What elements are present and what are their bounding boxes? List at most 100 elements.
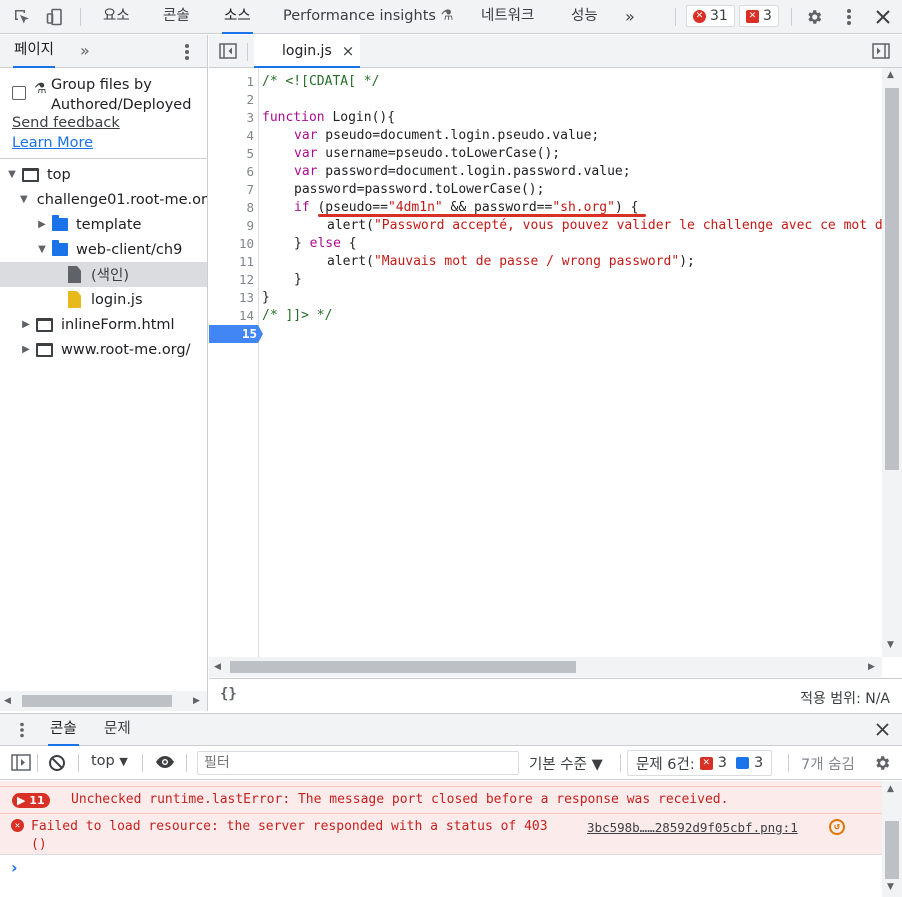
scroll-down-arrow-icon[interactable]: ▼ bbox=[887, 640, 894, 650]
toolbar-divider bbox=[791, 8, 792, 26]
line-number[interactable]: 4 bbox=[246, 127, 254, 145]
errors-counter[interactable]: ✕ 31 bbox=[686, 5, 735, 27]
context-label: top bbox=[91, 753, 115, 769]
source-link[interactable]: 3bc598b……28592d9f05cbf.png:1 bbox=[587, 820, 798, 835]
string-literal: "4dm1n" bbox=[387, 200, 443, 215]
live-expression-eye-icon[interactable] bbox=[155, 755, 175, 773]
scrollbar-thumb[interactable] bbox=[230, 661, 576, 673]
drawer-tab-console[interactable]: 콘솔 bbox=[48, 714, 79, 746]
group-files-label: Group files by Authored/Deployed bbox=[51, 77, 192, 113]
tab-network[interactable]: 네트워크 bbox=[481, 0, 534, 34]
send-feedback-link[interactable]: Send feedback bbox=[12, 115, 120, 131]
scroll-right-arrow-icon[interactable]: ▶ bbox=[193, 696, 200, 706]
inspect-element-icon[interactable] bbox=[11, 6, 33, 28]
issue-error-icon: ✕ bbox=[699, 756, 713, 770]
drawer-tab-issues[interactable]: 문제 bbox=[104, 714, 131, 746]
toggle-console-sidebar-icon[interactable] bbox=[11, 754, 31, 775]
toolbar-divider bbox=[80, 8, 81, 26]
expand-triangle-icon: ▼ bbox=[8, 169, 16, 180]
errors-count: 31 bbox=[710, 8, 728, 24]
clear-console-icon[interactable] bbox=[48, 754, 66, 776]
tree-item-label: inlineForm.html bbox=[61, 316, 175, 333]
scroll-left-arrow-icon[interactable]: ◀ bbox=[4, 696, 11, 706]
editor-vertical-scrollbar[interactable]: ▲ ▼ bbox=[882, 68, 902, 657]
context-selector[interactable]: top ▼ bbox=[91, 753, 128, 769]
tree-item-login-js[interactable]: login.js bbox=[0, 287, 207, 312]
line-number-active: 15 bbox=[241, 326, 257, 341]
tab-performance[interactable]: 성능 bbox=[571, 0, 598, 34]
line-number[interactable]: 11 bbox=[239, 253, 254, 271]
more-navigator-tabs-chevron-icon[interactable]: » bbox=[80, 35, 90, 68]
scroll-up-arrow-icon[interactable]: ▲ bbox=[887, 784, 894, 794]
drawer-menu-kebab-icon[interactable] bbox=[19, 722, 25, 742]
pretty-print-braces-icon[interactable]: {} bbox=[220, 686, 237, 702]
line-number-gutter[interactable]: 1 2 3 4 5 6 7 8 9 10 11 12 13 14 15 bbox=[209, 68, 263, 657]
scrollbar-thumb[interactable] bbox=[22, 695, 172, 707]
tab-page[interactable]: 페이지 bbox=[13, 35, 56, 68]
learn-more-link[interactable]: Learn More bbox=[12, 135, 93, 151]
close-drawer-icon[interactable] bbox=[876, 723, 889, 740]
tree-item-ch9[interactable]: ▼ web-client/ch9 bbox=[0, 237, 207, 262]
tree-item-inlineform[interactable]: ▶ inlineForm.html bbox=[0, 312, 207, 337]
close-tab-icon[interactable]: × bbox=[342, 42, 355, 60]
scrollbar-thumb[interactable] bbox=[885, 88, 899, 470]
settings-gear-icon[interactable] bbox=[803, 6, 825, 28]
issues-count-button[interactable]: 문제 6건: ✕ 3 3 bbox=[627, 750, 773, 776]
tree-item-label: login.js bbox=[91, 291, 143, 308]
tab-console[interactable]: 콘솔 bbox=[163, 0, 190, 34]
console-vertical-scrollbar[interactable]: ▲ ▼ bbox=[882, 781, 902, 897]
scroll-right-arrow-icon[interactable]: ▶ bbox=[868, 662, 875, 672]
console-filter-input[interactable] bbox=[197, 751, 519, 775]
issues-counter[interactable]: ✕ 3 bbox=[739, 5, 779, 27]
group-files-checkbox[interactable] bbox=[12, 86, 26, 100]
scroll-left-arrow-icon[interactable]: ◀ bbox=[214, 662, 221, 672]
line-number[interactable]: 3 bbox=[246, 109, 254, 127]
issue-error-icon: ✕ bbox=[746, 9, 759, 23]
toggle-navigator-icon[interactable] bbox=[219, 43, 237, 63]
editor-horizontal-scrollbar[interactable]: ◀ ▶ bbox=[209, 657, 882, 677]
message-text: Unchecked runtime.lastError: The message… bbox=[71, 792, 729, 807]
line-number[interactable]: 7 bbox=[246, 181, 254, 199]
log-levels-dropdown[interactable]: 기본 수준 ▼ bbox=[529, 753, 603, 774]
tree-item-domain[interactable]: ▼ challenge01.root-me.or bbox=[0, 187, 207, 212]
navigator-menu-kebab-icon[interactable] bbox=[184, 43, 190, 65]
line-number[interactable]: 9 bbox=[246, 217, 254, 235]
tab-sources[interactable]: 소스 bbox=[222, 0, 253, 34]
line-number[interactable]: 1 bbox=[246, 73, 254, 91]
scroll-down-arrow-icon[interactable]: ▼ bbox=[887, 882, 894, 892]
code-text: ) { bbox=[614, 200, 639, 215]
error-icon: ✕ bbox=[693, 9, 706, 23]
tree-item-rootme[interactable]: ▶ www.root-me.org/ bbox=[0, 337, 207, 362]
console-error-message[interactable]: ✕ Failed to load resource: the server re… bbox=[0, 813, 882, 854]
line-number[interactable]: 6 bbox=[246, 163, 254, 181]
close-devtools-icon[interactable] bbox=[872, 6, 894, 28]
editor-tab-login-js[interactable]: login.js × bbox=[254, 35, 361, 68]
line-number[interactable]: 8 bbox=[246, 199, 254, 217]
console-prompt[interactable]: › bbox=[0, 854, 882, 897]
code-text: && password== bbox=[442, 200, 553, 215]
line-number[interactable]: 5 bbox=[246, 145, 254, 163]
tree-item-top[interactable]: ▼ top bbox=[0, 162, 207, 187]
tab-performance-insights[interactable]: Performance insights ⚗ bbox=[283, 0, 454, 34]
console-settings-gear-icon[interactable] bbox=[873, 754, 891, 776]
line-number[interactable]: 12 bbox=[239, 271, 254, 289]
scroll-up-arrow-icon[interactable]: ▲ bbox=[887, 70, 894, 80]
active-line-marker[interactable]: 15 bbox=[209, 325, 263, 343]
scrollbar-thumb[interactable] bbox=[885, 821, 899, 879]
more-tabs-chevron-icon[interactable]: » bbox=[625, 0, 635, 34]
tree-item-index[interactable]: (색인) bbox=[0, 262, 207, 287]
network-request-icon[interactable]: ↺ bbox=[829, 819, 845, 835]
editor-tabbar: login.js × bbox=[209, 35, 902, 68]
console-error-message[interactable]: ▶ 11 Unchecked runtime.lastError: The me… bbox=[0, 786, 882, 813]
keyword: var bbox=[294, 164, 318, 179]
device-toolbar-icon[interactable] bbox=[44, 6, 66, 28]
line-number[interactable]: 13 bbox=[239, 289, 254, 307]
line-number[interactable]: 2 bbox=[246, 91, 254, 109]
sidebar-horizontal-scrollbar[interactable]: ◀ ▶ bbox=[0, 691, 207, 711]
line-number[interactable]: 10 bbox=[239, 235, 254, 253]
more-options-kebab-icon[interactable] bbox=[838, 6, 860, 28]
tab-elements[interactable]: 요소 bbox=[103, 0, 130, 34]
line-number[interactable]: 14 bbox=[239, 307, 254, 325]
toggle-debugger-icon[interactable] bbox=[872, 43, 890, 63]
tree-item-template[interactable]: ▶ template bbox=[0, 212, 207, 237]
